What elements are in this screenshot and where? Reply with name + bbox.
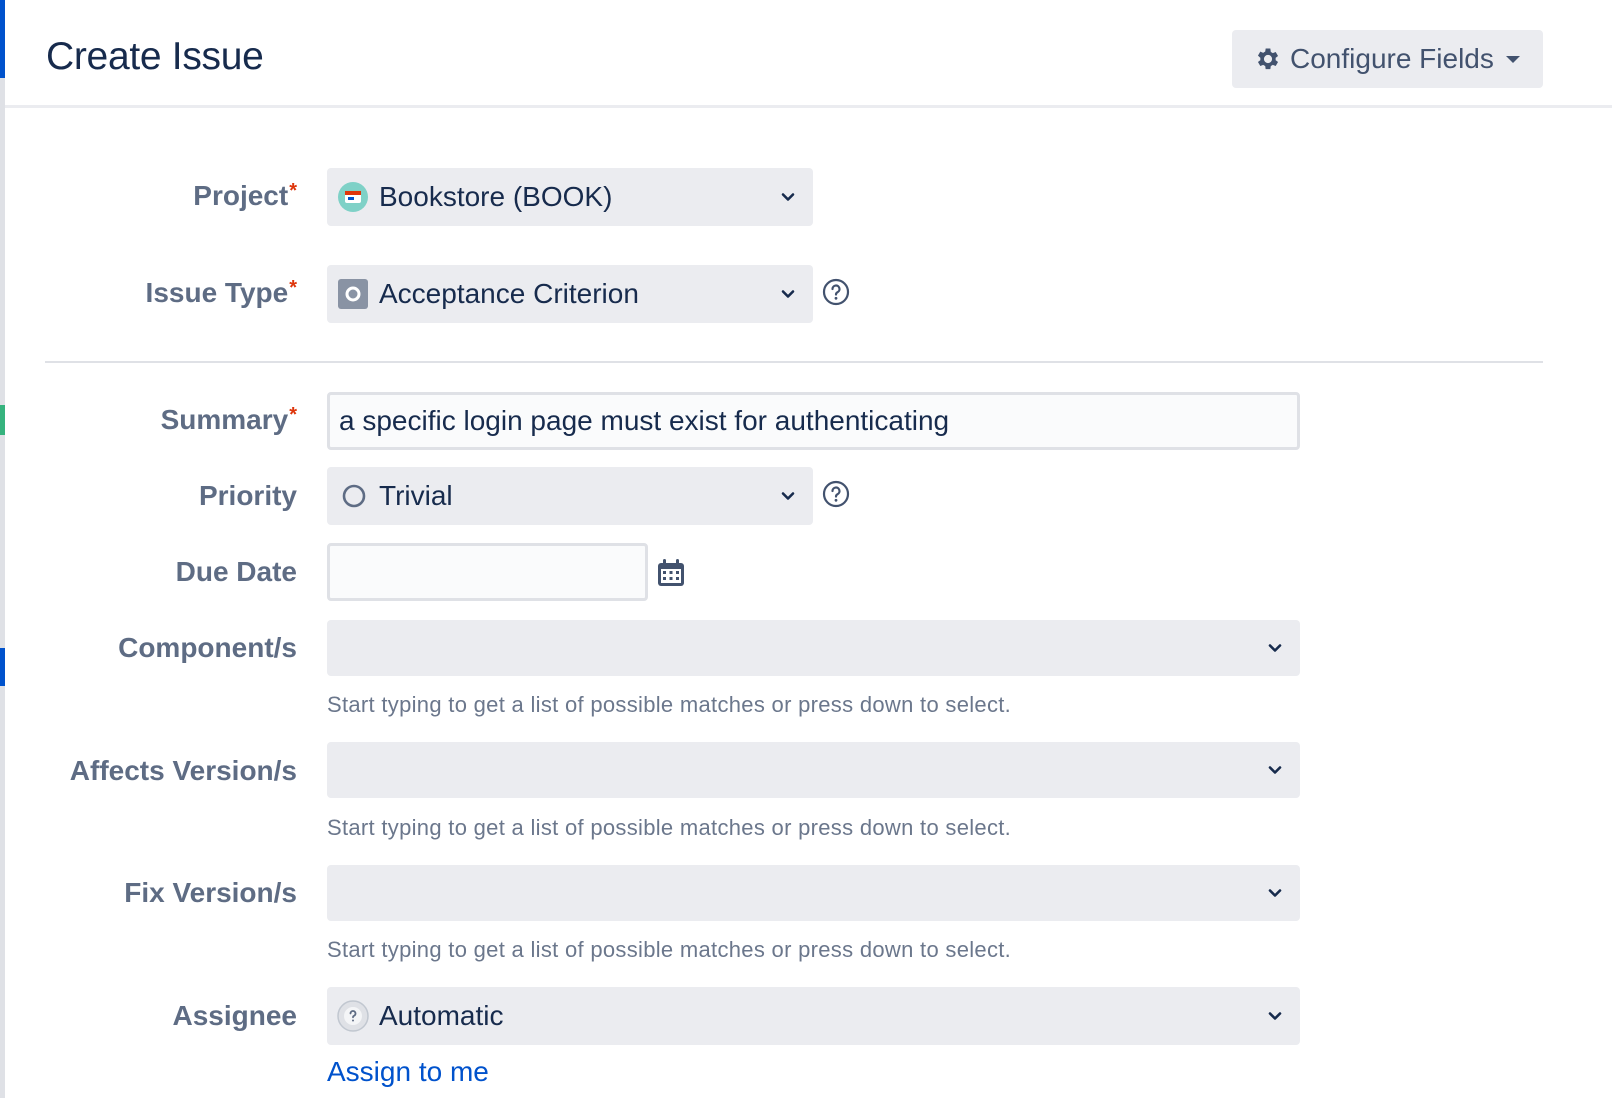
caret-down-icon	[1505, 55, 1520, 63]
issue-type-value: Acceptance Criterion	[379, 278, 639, 309]
fix-versions-hint: Start typing to get a list of possible m…	[327, 937, 1012, 962]
project-label: Project*	[193, 180, 297, 211]
assignee-label: Assignee	[172, 1000, 298, 1031]
section-divider	[45, 361, 1543, 363]
create-issue-dialog: Create Issue Configure Fields Project* B…	[5, 0, 1612, 1098]
components-label: Component/s	[118, 632, 297, 663]
components-hint: Start typing to get a list of possible m…	[327, 692, 1012, 717]
acceptance-criterion-icon	[338, 279, 368, 309]
due-date-input[interactable]	[327, 543, 648, 601]
chevron-down-icon	[1268, 1012, 1282, 1020]
dialog-header: Create Issue Configure Fields	[5, 0, 1612, 108]
gear-icon	[1257, 48, 1279, 70]
chevron-down-icon	[1268, 644, 1282, 652]
project-avatar-icon	[338, 182, 368, 212]
configure-fields-button[interactable]: Configure Fields	[1232, 30, 1543, 88]
due-date-label: Due Date	[175, 556, 297, 587]
unknown-avatar-icon	[337, 1000, 369, 1032]
assignee-value: Automatic	[379, 1000, 504, 1031]
chevron-down-icon	[1268, 889, 1282, 897]
assign-to-me-link[interactable]: Assign to me	[327, 1056, 489, 1088]
help-icon[interactable]	[822, 278, 850, 306]
assignee-select[interactable]: Automatic	[327, 987, 1300, 1045]
summary-label: Summary*	[160, 404, 297, 435]
required-marker: *	[289, 180, 297, 202]
priority-label: Priority	[198, 480, 297, 511]
affects-versions-select[interactable]	[327, 742, 1300, 798]
chevron-down-icon	[781, 492, 795, 500]
priority-value: Trivial	[379, 480, 453, 511]
project-select[interactable]: Bookstore (BOOK)	[327, 168, 813, 226]
chevron-down-icon	[1268, 766, 1282, 774]
issue-type-label: Issue Type*	[145, 277, 297, 308]
required-marker: *	[289, 277, 297, 299]
chevron-down-icon	[781, 290, 795, 298]
components-select[interactable]	[327, 620, 1300, 676]
dialog-title: Create Issue	[46, 35, 264, 78]
project-value: Bookstore (BOOK)	[379, 181, 613, 212]
priority-select[interactable]: Trivial	[327, 467, 813, 525]
required-marker: *	[289, 404, 297, 426]
fix-versions-label: Fix Version/s	[124, 877, 297, 908]
calendar-icon[interactable]	[656, 558, 686, 588]
summary-input[interactable]: a specific login page must exist for aut…	[327, 392, 1300, 450]
chevron-down-icon	[781, 193, 795, 201]
help-icon[interactable]	[822, 480, 850, 508]
fix-versions-select[interactable]	[327, 865, 1300, 921]
configure-fields-label: Configure Fields	[1290, 43, 1494, 74]
trivial-priority-icon	[342, 484, 366, 508]
affects-versions-hint: Start typing to get a list of possible m…	[327, 815, 1012, 840]
issue-type-select[interactable]: Acceptance Criterion	[327, 265, 813, 323]
affects-versions-label: Affects Version/s	[69, 755, 297, 786]
